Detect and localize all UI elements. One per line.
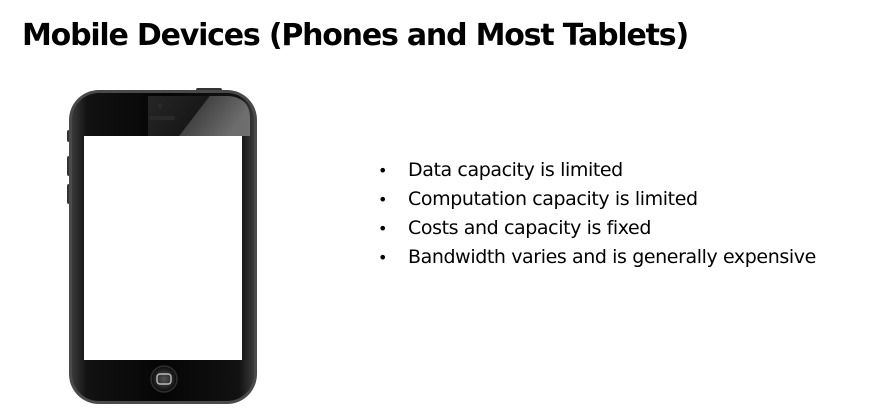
phone-screen: [84, 136, 242, 360]
list-item: • Costs and capacity is fixed: [378, 214, 816, 243]
list-item: • Data capacity is limited: [378, 156, 816, 185]
bullet-icon: •: [378, 161, 388, 180]
earpiece-icon: [149, 116, 175, 120]
bullet-icon: •: [378, 190, 388, 209]
list-item: • Bandwidth varies and is generally expe…: [378, 243, 816, 272]
bullet-icon: •: [378, 219, 388, 238]
bullet-text: Costs and capacity is fixed: [408, 217, 652, 239]
home-button-icon: [150, 365, 178, 393]
bullet-text: Computation capacity is limited: [408, 188, 698, 210]
bullet-text: Data capacity is limited: [408, 159, 623, 181]
bullet-text: Bandwidth varies and is generally expens…: [408, 246, 816, 268]
bullet-list: • Data capacity is limited • Computation…: [378, 156, 816, 272]
list-item: • Computation capacity is limited: [378, 185, 816, 214]
bullet-icon: •: [378, 248, 388, 267]
smartphone-icon: [64, 86, 260, 406]
slide-title: Mobile Devices (Phones and Most Tablets): [22, 18, 689, 53]
camera-icon: [157, 103, 163, 109]
